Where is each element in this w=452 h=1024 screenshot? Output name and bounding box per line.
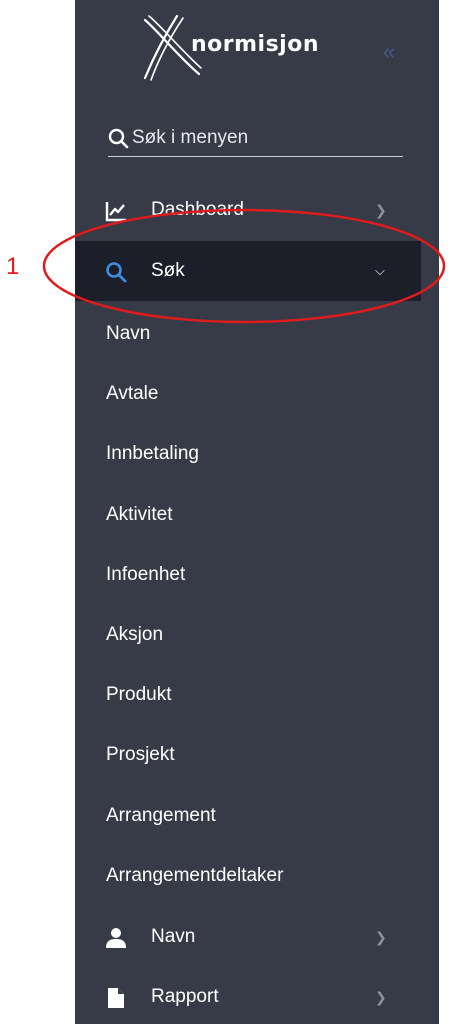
submenu-item-avtale[interactable]: Avtale: [75, 365, 439, 423]
submenu-item-label: Arrangement: [106, 805, 216, 826]
menu-search-input[interactable]: [132, 127, 382, 149]
sidebar-item-sok[interactable]: Søk ⌵: [75, 241, 421, 301]
brand-logo[interactable]: normisjon: [137, 10, 377, 84]
sidebar-item-rapport[interactable]: Rapport ❯: [75, 968, 439, 1024]
submenu-item-label: Prosjekt: [106, 744, 175, 765]
submenu-item-label: Innbetaling: [106, 443, 199, 464]
page: normisjon « Dashboard ❯: [0, 0, 452, 1024]
submenu-item-label: Navn: [106, 323, 151, 344]
sidebar-item-label: Søk: [151, 260, 185, 281]
submenu-item-arrangement[interactable]: Arrangement: [75, 787, 439, 845]
sidebar-menu: normisjon « Dashboard ❯: [75, 0, 439, 1024]
chevron-down-icon: ⌵: [375, 263, 385, 278]
submenu-item-aksjon[interactable]: Aksjon: [75, 606, 439, 664]
search-icon: [106, 262, 127, 283]
sidebar-item-label: Dashboard: [151, 199, 244, 220]
brand-name: normisjon: [191, 32, 320, 57]
submenu-item-aktivitet[interactable]: Aktivitet: [75, 486, 439, 544]
file-icon: [108, 988, 124, 1008]
double-chevron-left-icon: «: [382, 39, 396, 64]
submenu-item-navn[interactable]: Navn: [75, 305, 439, 363]
annotation-number: 1: [6, 253, 20, 280]
submenu-item-label: Infoenhet: [106, 564, 186, 585]
user-icon: [106, 928, 126, 948]
submenu-item-produkt[interactable]: Produkt: [75, 666, 439, 724]
chevron-right-icon: ❯: [375, 929, 387, 945]
collapse-sidebar-button[interactable]: «: [377, 40, 401, 64]
chevron-right-icon: ❯: [375, 989, 387, 1005]
sidebar-item-dashboard[interactable]: Dashboard ❯: [75, 181, 439, 239]
submenu-item-arrangementdeltaker[interactable]: Arrangementdeltaker: [75, 847, 439, 905]
sidebar-item-label: Navn: [151, 926, 196, 947]
submenu-item-label: Arrangementdeltaker: [106, 865, 284, 886]
submenu-item-innbetaling[interactable]: Innbetaling: [75, 425, 439, 483]
chart-line-icon: [105, 202, 126, 222]
submenu-item-label: Aktivitet: [106, 504, 173, 525]
submenu-item-infoenhet[interactable]: Infoenhet: [75, 546, 439, 604]
submenu-item-label: Produkt: [106, 684, 172, 705]
submenu-item-prosjekt[interactable]: Prosjekt: [75, 726, 439, 784]
sidebar-item-navn[interactable]: Navn ❯: [75, 908, 439, 966]
chevron-right-icon: ❯: [375, 202, 387, 218]
menu-search: [108, 120, 403, 157]
submenu-item-label: Avtale: [106, 383, 159, 404]
sidebar-item-label: Rapport: [151, 986, 219, 1007]
submenu-item-label: Aksjon: [106, 624, 164, 645]
search-icon: [108, 128, 129, 148]
